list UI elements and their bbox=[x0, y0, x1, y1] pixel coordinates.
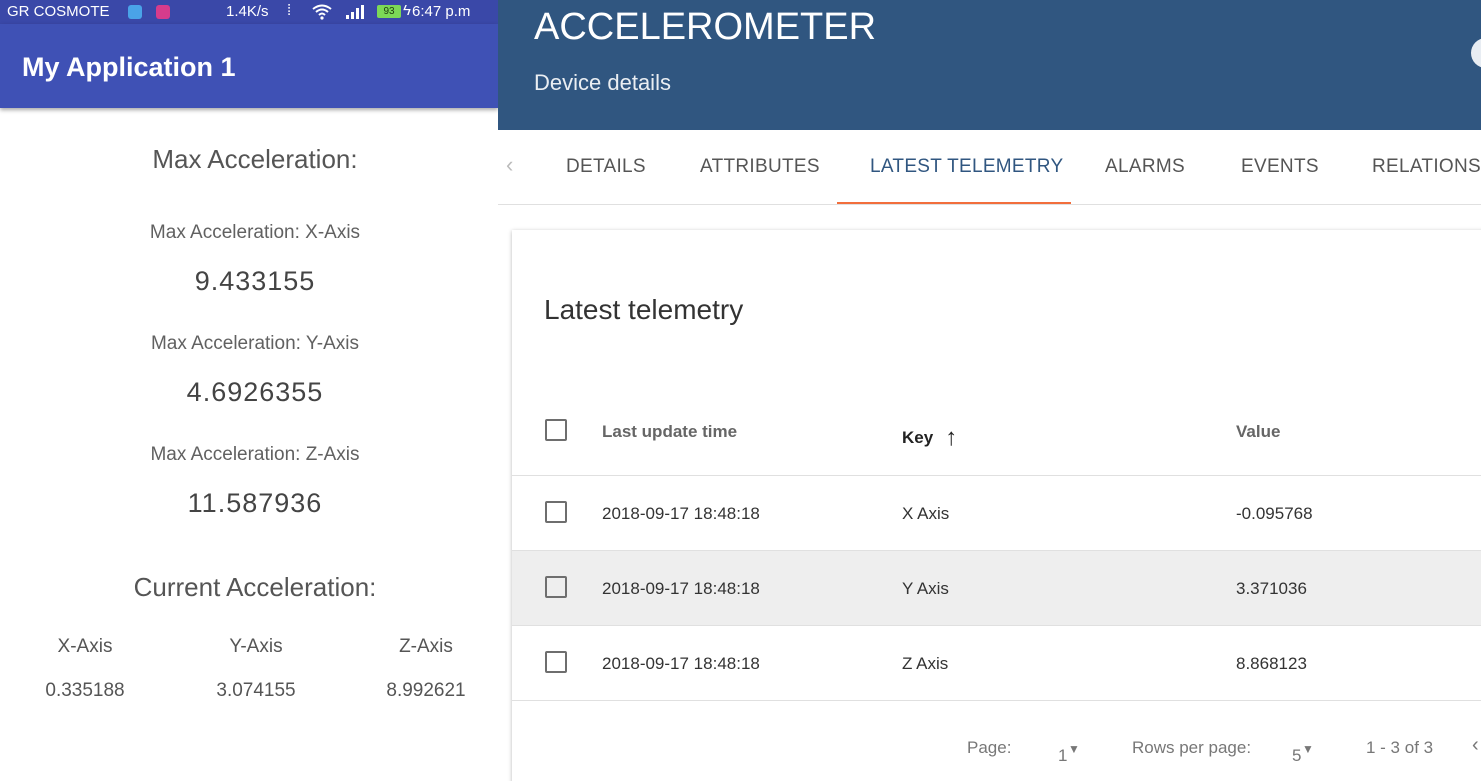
current-x-value: 0.335188 bbox=[45, 680, 125, 701]
current-x-label: X-Axis bbox=[57, 636, 113, 657]
signal-icon bbox=[346, 5, 364, 19]
max-z-value: 11.587936 bbox=[187, 488, 323, 518]
page-select-value: 1 bbox=[1058, 746, 1068, 765]
wifi-icon bbox=[312, 4, 332, 20]
app-bar: My Application 1 bbox=[0, 24, 498, 108]
row-key: Z Axis bbox=[902, 654, 949, 673]
row-checkbox[interactable] bbox=[545, 651, 567, 673]
device-header: ACCELEROMETER Device details bbox=[498, 0, 1481, 130]
current-y-value: 3.074155 bbox=[216, 680, 296, 701]
previous-page-chevron-icon[interactable]: ‹ bbox=[1472, 734, 1479, 757]
current-acceleration-heading: Current Acceleration: bbox=[133, 572, 377, 602]
max-x-label: Max Acceleration: X-Axis bbox=[149, 222, 361, 243]
column-header-key-label: Key bbox=[902, 428, 934, 447]
max-y-label: Max Acceleration: Y-Axis bbox=[150, 333, 360, 354]
table-row[interactable]: 2018-09-17 18:48:18 X Axis -0.095768 bbox=[512, 476, 1481, 551]
card-title: Latest telemetry bbox=[544, 294, 744, 325]
network-speed: 1.4K/s bbox=[226, 3, 269, 20]
table-row[interactable]: 2018-09-17 18:48:18 Y Axis 3.371036 bbox=[512, 551, 1481, 626]
tab-latest-telemetry[interactable]: LATEST TELEMETRY bbox=[870, 156, 1063, 178]
vibrate-icon: ⁞ bbox=[287, 2, 292, 19]
tab-relations[interactable]: RELATIONS bbox=[1372, 156, 1481, 178]
table-row[interactable]: 2018-09-17 18:48:18 Z Axis 8.868123 bbox=[512, 626, 1481, 701]
status-bar: GR COSMOTE 1.4K/s ⁞ 93 ϟ 6:47 p.m bbox=[0, 0, 498, 24]
row-checkbox[interactable] bbox=[545, 576, 567, 598]
device-title: ACCELEROMETER bbox=[534, 6, 877, 48]
tab-attributes[interactable]: ATTRIBUTES bbox=[700, 156, 820, 178]
rows-dropdown-icon: ▼ bbox=[1302, 742, 1314, 756]
row-time: 2018-09-17 18:48:18 bbox=[602, 504, 760, 523]
device-subtitle: Device details bbox=[534, 70, 671, 95]
tabs-prev-chevron-icon[interactable]: ‹ bbox=[506, 152, 513, 178]
clock: 6:47 p.m bbox=[412, 3, 471, 20]
select-all-checkbox[interactable] bbox=[545, 419, 567, 441]
table-header-row: Last update time Key ↑ Value bbox=[512, 392, 1481, 476]
carrier-name: GR COSMOTE bbox=[7, 3, 110, 20]
row-time: 2018-09-17 18:48:18 bbox=[602, 654, 760, 673]
rows-per-page-select[interactable]: 5 ▼ bbox=[1292, 738, 1314, 765]
active-tab-indicator bbox=[837, 202, 1071, 204]
row-time: 2018-09-17 18:48:18 bbox=[602, 579, 760, 598]
tab-details[interactable]: DETAILS bbox=[566, 156, 646, 178]
max-y-value: 4.6926355 bbox=[186, 377, 324, 407]
page-dropdown-icon: ▼ bbox=[1068, 742, 1080, 756]
battery-icon: 93 bbox=[377, 5, 401, 18]
current-z-label: Z-Axis bbox=[399, 636, 453, 657]
max-acceleration-heading: Max Acceleration: bbox=[152, 144, 358, 174]
page-range: 1 - 3 of 3 bbox=[1366, 738, 1434, 757]
page-select[interactable]: 1 ▼ bbox=[1058, 738, 1080, 765]
row-checkbox[interactable] bbox=[545, 501, 567, 523]
rows-per-page-label: Rows per page: bbox=[1132, 738, 1252, 757]
tab-bar: ‹ DETAILS ATTRIBUTES LATEST TELEMETRY AL… bbox=[498, 130, 1481, 205]
page-label: Page: bbox=[967, 738, 1012, 757]
table-pagination: Page: 1 ▼ Rows per page: 5 ▼ 1 - 3 of 3 ‹ bbox=[512, 730, 1481, 770]
row-value: 8.868123 bbox=[1236, 654, 1307, 673]
column-header-last-update-time[interactable]: Last update time bbox=[602, 422, 737, 442]
column-header-value[interactable]: Value bbox=[1236, 422, 1280, 442]
max-z-label: Max Acceleration: Z-Axis bbox=[150, 444, 360, 465]
row-key: Y Axis bbox=[902, 579, 949, 598]
instagram-notification-icon bbox=[156, 5, 170, 19]
android-app-screen: GR COSMOTE 1.4K/s ⁞ 93 ϟ 6:47 p.m My App… bbox=[0, 0, 498, 781]
message-notification-icon bbox=[128, 5, 142, 19]
column-header-key[interactable]: Key ↑ bbox=[902, 422, 958, 451]
device-details-panel: ACCELEROMETER Device details ‹ DETAILS A… bbox=[498, 0, 1481, 781]
tab-alarms[interactable]: ALARMS bbox=[1105, 156, 1185, 178]
app-title: My Application 1 bbox=[22, 52, 236, 82]
row-value: -0.095768 bbox=[1236, 504, 1313, 523]
header-action-button[interactable] bbox=[1471, 38, 1481, 68]
max-x-value: 9.433155 bbox=[194, 266, 316, 296]
row-value: 3.371036 bbox=[1236, 579, 1307, 598]
current-y-label: Y-Axis bbox=[229, 636, 283, 657]
rows-per-page-value: 5 bbox=[1292, 746, 1302, 765]
sort-ascending-arrow-icon: ↑ bbox=[945, 424, 958, 451]
row-key: X Axis bbox=[902, 504, 950, 523]
charging-icon: ϟ bbox=[403, 2, 411, 19]
telemetry-card: Latest telemetry Last update time Key ↑ V… bbox=[512, 230, 1481, 781]
tab-events[interactable]: EVENTS bbox=[1241, 156, 1319, 178]
current-z-value: 8.992621 bbox=[386, 680, 466, 701]
